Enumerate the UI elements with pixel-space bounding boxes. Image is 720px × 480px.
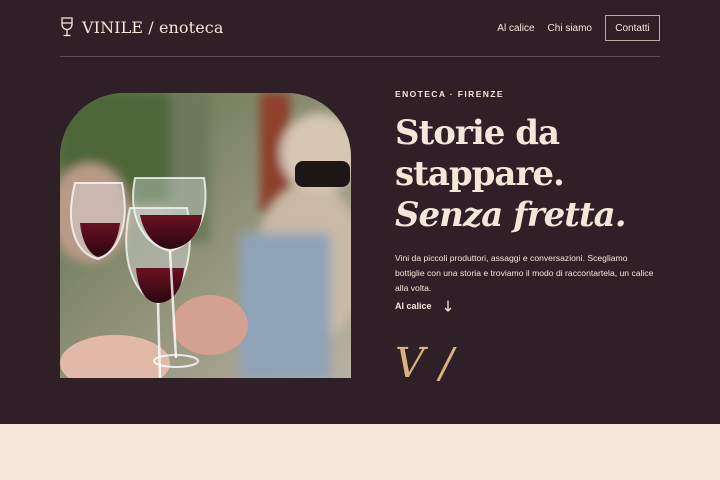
wine-glass-icon	[61, 17, 73, 37]
nav-link-al-calice[interactable]: Al calice	[497, 23, 534, 34]
arrow-down-icon	[444, 300, 451, 312]
hero-photo	[60, 93, 351, 378]
brand-monogram: V /	[395, 339, 455, 387]
nav-link-chi-siamo[interactable]: Chi siamo	[548, 23, 592, 34]
hero-description: Vini da piccoli produttori, assaggi e co…	[395, 253, 654, 293]
al-calice-link[interactable]: Al calice	[395, 300, 452, 312]
site-header: VINILE / enoteca Al calice Chi siamo Con…	[60, 0, 660, 57]
brand-name: VINILE / enoteca	[82, 17, 224, 37]
contact-button[interactable]: Contatti	[605, 15, 660, 41]
hero-eyebrow: ENOTECA · FIRENZE	[395, 89, 504, 99]
hero-title: Storie da stappare. Senza fretta.	[395, 113, 695, 236]
hero-title-line-3: Senza fretta.	[395, 195, 627, 235]
hero-title-line-2: stappare.	[395, 154, 565, 194]
next-section-band	[0, 424, 720, 480]
al-calice-link-label: Al calice	[395, 301, 432, 311]
brand-logo[interactable]: VINILE / enoteca	[60, 17, 223, 37]
main-nav: Al calice Chi siamo Contatti	[497, 15, 660, 41]
hero-title-line-1: Storie da	[395, 113, 560, 153]
